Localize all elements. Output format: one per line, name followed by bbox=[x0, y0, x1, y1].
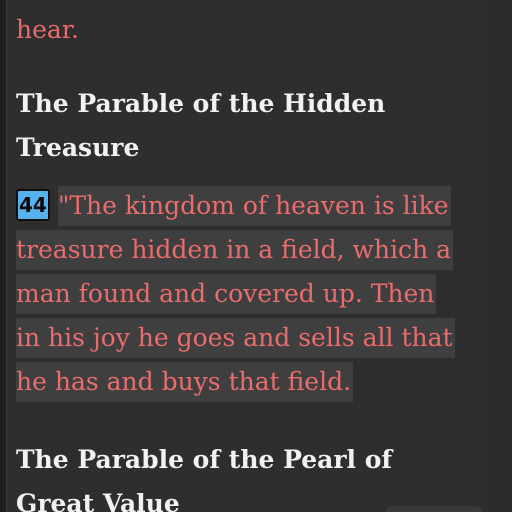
bottom-toolbar-handle[interactable] bbox=[386, 506, 482, 512]
verse-line[interactable]: in his joy he goes and sells all that bbox=[16, 318, 496, 362]
heading-line: Great Value bbox=[16, 489, 180, 512]
heading-line: Treasure bbox=[16, 133, 140, 162]
heading-line: The Parable of the Hidden bbox=[16, 89, 386, 118]
verse-44[interactable]: 44 "The kingdom of heaven is like treasur… bbox=[16, 186, 496, 406]
verse-text[interactable]: he has and buys that field. bbox=[16, 362, 354, 402]
verse-line[interactable]: treasure hidden in a field, which a bbox=[16, 230, 496, 274]
bible-reader-view[interactable]: hear. The Parable of the Hidden Treasure… bbox=[0, 0, 512, 512]
left-margin bbox=[0, 0, 7, 512]
verse-line[interactable]: 44 "The kingdom of heaven is like bbox=[16, 186, 496, 230]
verse-line[interactable]: he has and buys that field. bbox=[16, 362, 496, 406]
verse-text[interactable]: in his joy he goes and sells all that bbox=[16, 318, 455, 358]
heading-line: The Parable of the Pearl of bbox=[16, 445, 393, 474]
section-heading-hidden-treasure: The Parable of the Hidden Treasure bbox=[16, 82, 385, 170]
verse-text[interactable]: treasure hidden in a field, which a bbox=[16, 230, 453, 270]
verse-line[interactable]: man found and covered up. Then bbox=[16, 274, 496, 318]
previous-verse-text[interactable]: hear. bbox=[16, 8, 79, 52]
section-heading-pearl-of-great-value: The Parable of the Pearl of Great Value bbox=[16, 438, 392, 512]
verse-text[interactable]: man found and covered up. Then bbox=[16, 274, 437, 314]
verse-text[interactable]: "The kingdom of heaven is like bbox=[57, 186, 451, 226]
verse-number-badge[interactable]: 44 bbox=[16, 189, 50, 221]
